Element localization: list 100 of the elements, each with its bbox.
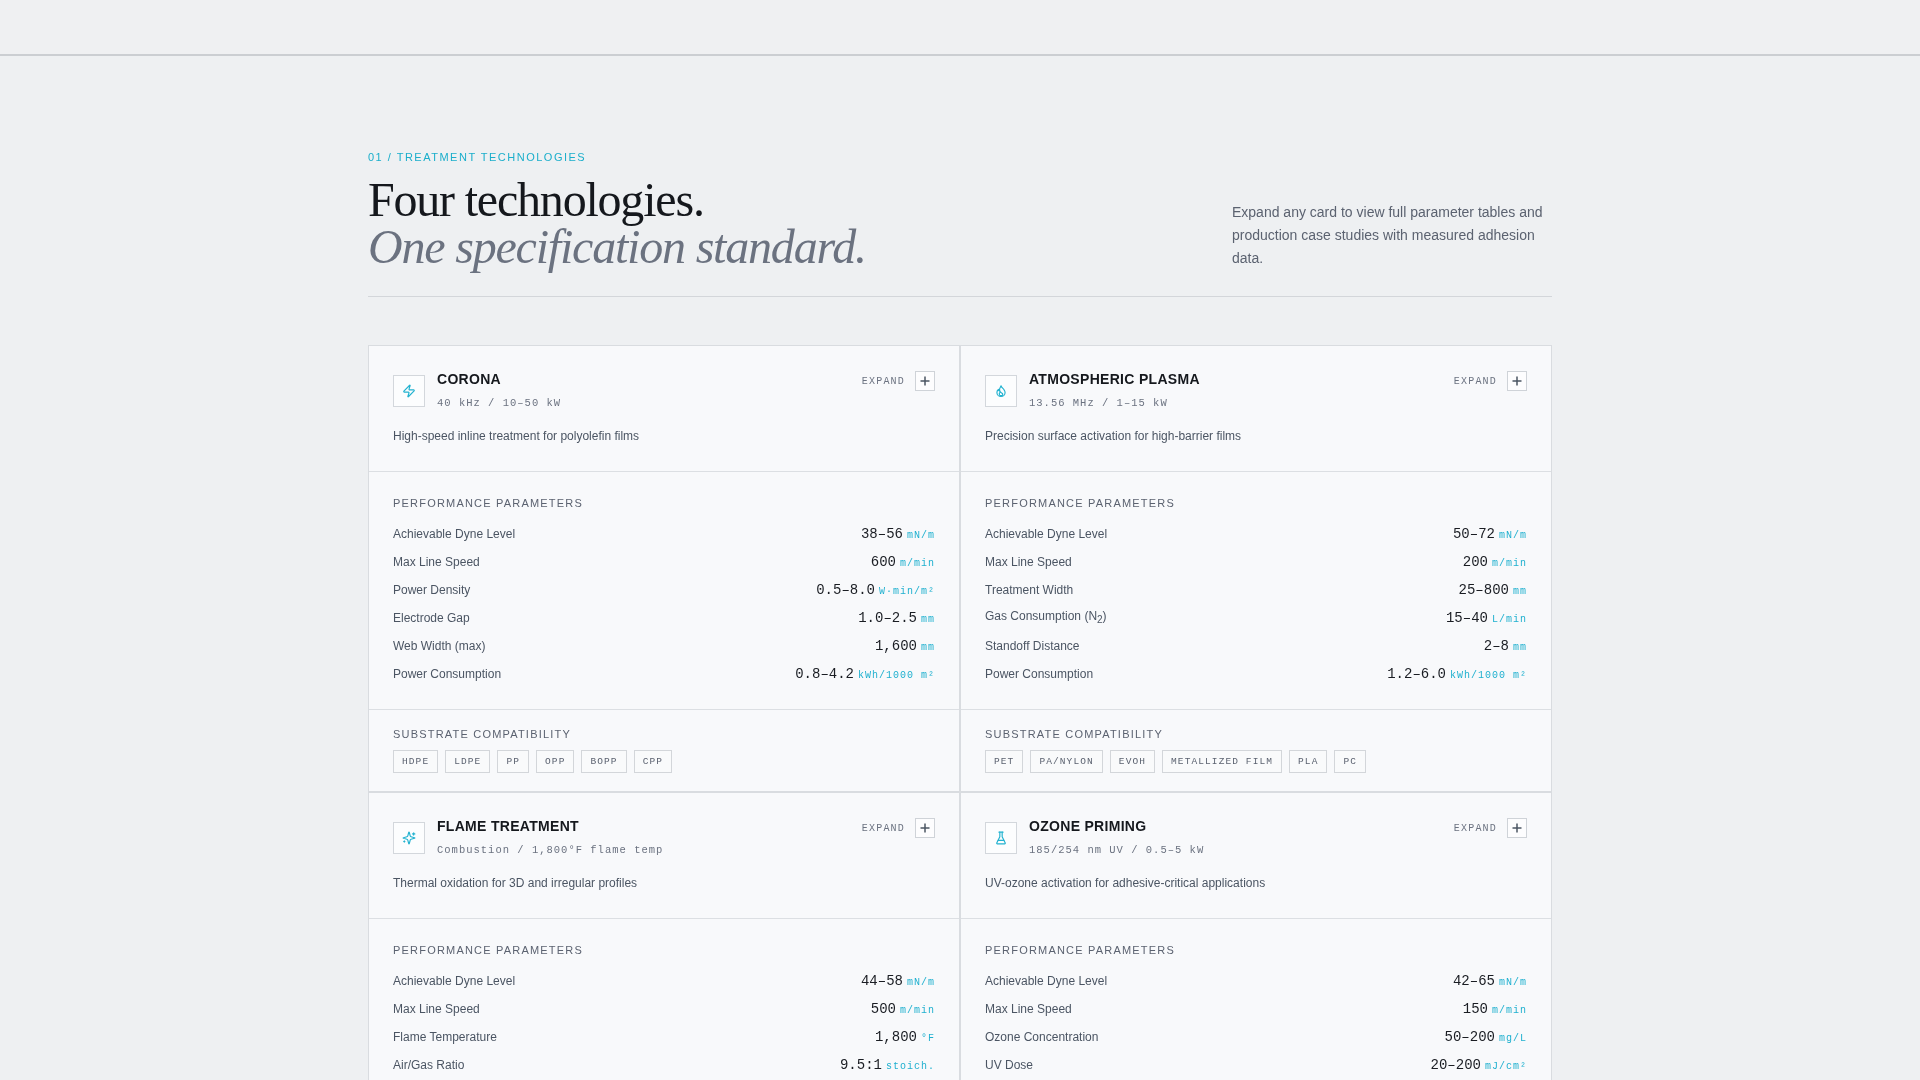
plus-icon [915, 371, 935, 391]
substrate-tag: METALLIZED FILM [1162, 750, 1283, 773]
card-title: OZONE PRIMING [1029, 818, 1148, 835]
parameter-label: Max Line Speed [985, 554, 1072, 570]
parameter-value: 1,600 [874, 637, 917, 655]
substrate-tag: PLA [1289, 750, 1328, 773]
parameter-value: 0.8–4.2 [795, 665, 854, 683]
card-specs: 13.56 MHz / 1–15 kW [1029, 396, 1169, 410]
substrate-tag: BOPP [581, 750, 627, 773]
parameter-label: Air/Gas Ratio [393, 1057, 465, 1073]
substrate-tag: LDPE [445, 750, 491, 773]
parameter-value: 25–800 [1458, 581, 1509, 599]
card-description: Precision surface activation for high-barrier films [985, 428, 1243, 444]
parameter-unit: mN/m [907, 976, 935, 990]
sparkles-icon [393, 822, 425, 854]
parameter-unit: mg/L [1499, 1032, 1527, 1046]
section-heading: SUBSTRATE COMPATIBILITY [985, 727, 1164, 741]
parameter-unit: m/min [900, 557, 935, 571]
parameter-value: 15–40 [1445, 609, 1488, 627]
expand-button[interactable]: EXPAND [1453, 818, 1527, 838]
parameter-label: Standoff Distance [985, 638, 1080, 654]
parameter-value: 38–56 [860, 525, 903, 543]
plus-icon [1507, 371, 1527, 391]
parameter-value: 20–200 [1430, 1056, 1481, 1074]
parameter-value: 1.2–6.0 [1387, 665, 1446, 683]
expand-button[interactable]: EXPAND [861, 818, 935, 838]
parameter-label: Electrode Gap [393, 610, 470, 626]
parameter-label: Web Width (max) [393, 638, 486, 654]
parameter-unit: mm [1513, 585, 1527, 599]
substrate-tag: HDPE [393, 750, 439, 773]
parameter-value: 50–72 [1452, 525, 1495, 543]
parameter-label: Achievable Dyne Level [985, 526, 1108, 542]
expand-button[interactable]: EXPAND [1453, 371, 1527, 391]
plus-icon [1507, 818, 1527, 838]
parameter-unit: m/min [1492, 1004, 1527, 1018]
parameter-unit: m/min [900, 1004, 935, 1018]
parameter-unit: m/min [1492, 557, 1527, 571]
flask-icon [985, 822, 1017, 854]
parameter-unit: kWh/1000 m² [858, 669, 935, 683]
lightning-icon [393, 375, 425, 407]
card-description: High-speed inline treatment for polyolefin films [393, 428, 641, 444]
parameter-value: 0.5–8.0 [816, 581, 875, 599]
parameter-label: Flame Temperature [393, 1029, 497, 1045]
parameter-label: Max Line Speed [393, 554, 480, 570]
parameter-value: 500 [870, 1000, 896, 1018]
parameter-value: 200 [1462, 553, 1488, 571]
parameter-value: 1,800 [874, 1028, 917, 1046]
substrate-tag: EVOH [1109, 750, 1156, 773]
parameter-unit: mJ/cm² [1485, 1060, 1527, 1074]
parameter-value: 42–65 [1452, 972, 1495, 990]
parameter-label: Gas Consumption (N$_{2}$) [985, 607, 1107, 628]
parameter-unit: stoich. [886, 1060, 935, 1074]
parameter-unit: °F [921, 1032, 935, 1046]
section-heading: PERFORMANCE PARAMETERS [393, 943, 584, 957]
parameter-label: Max Line Speed [393, 1001, 480, 1017]
card-specs: 40 kHz / 10–50 kW [437, 396, 563, 410]
parameter-unit: mm [921, 613, 935, 627]
parameter-unit: kWh/1000 m² [1450, 669, 1527, 683]
substrate-tag: CPP [633, 750, 673, 773]
section-heading: PERFORMANCE PARAMETERS [985, 496, 1176, 510]
expand-button[interactable]: EXPAND [861, 371, 935, 391]
parameter-value: 600 [870, 553, 896, 571]
section-heading: PERFORMANCE PARAMETERS [393, 496, 584, 510]
parameter-label: Achievable Dyne Level [393, 526, 516, 542]
plus-icon [915, 818, 935, 838]
substrate-tag: PA/NYLON [1030, 750, 1103, 773]
section-heading: PERFORMANCE PARAMETERS [985, 943, 1176, 957]
card-title: ATMOSPHERIC PLASMA [1029, 371, 1201, 388]
parameter-label: Treatment Width [985, 582, 1074, 598]
substrate-tag: OPP [536, 750, 575, 773]
parameter-unit: W·min/m² [879, 585, 935, 599]
parameter-unit: mN/m [907, 529, 935, 543]
card-title: CORONA [437, 371, 503, 388]
parameter-value: 50–200 [1444, 1028, 1495, 1046]
parameter-value: 44–58 [860, 972, 903, 990]
parameter-value: 9.5:1 [839, 1056, 882, 1074]
parameter-label: Ozone Concentration [985, 1029, 1099, 1045]
parameter-value: 150 [1462, 1000, 1488, 1018]
parameter-label: UV Dose [985, 1057, 1034, 1073]
flame-icon [985, 375, 1017, 407]
substrate-tag: PC [1334, 750, 1367, 773]
parameter-value: 2–8 [1483, 637, 1509, 655]
parameter-label: Power Consumption [985, 666, 1094, 682]
parameter-value: 1.0–2.5 [858, 609, 917, 627]
parameter-label: Max Line Speed [985, 1001, 1072, 1017]
substrate-tag: PP [497, 750, 530, 773]
parameter-label: Achievable Dyne Level [985, 973, 1108, 989]
parameter-unit: mm [1513, 641, 1527, 655]
intro-text: Expand any card to view full parameter tables and production case studies with measured adhesion data. [1232, 203, 1544, 268]
parameter-unit: mN/m [1499, 529, 1527, 543]
card-description: Thermal oxidation for 3D and irregular profiles [393, 875, 639, 891]
parameter-unit: L/min [1492, 613, 1527, 627]
card-specs: 185/254 nm UV / 0.5–5 kW [1029, 843, 1206, 857]
section-heading: SUBSTRATE COMPATIBILITY [393, 727, 572, 741]
card-title: FLAME TREATMENT [437, 818, 580, 835]
card-description: UV-ozone activation for adhesive-critical applications [985, 875, 1267, 891]
parameter-label: Achievable Dyne Level [393, 973, 516, 989]
parameter-label: Power Consumption [393, 666, 502, 682]
substrate-tag: PET [985, 750, 1024, 773]
parameter-unit: mN/m [1499, 976, 1527, 990]
